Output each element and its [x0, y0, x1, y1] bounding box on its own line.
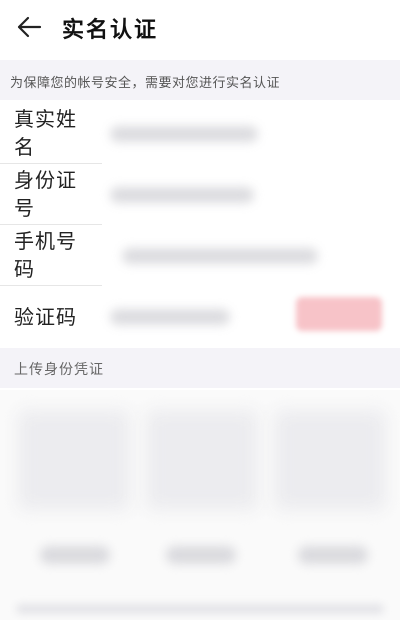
verification-code-value-obscured	[110, 309, 230, 325]
upload-card-handheld[interactable]	[274, 410, 386, 510]
row-divider	[0, 285, 102, 286]
id-number-row: 身份证号	[0, 165, 400, 225]
back-button[interactable]	[10, 9, 50, 45]
upload-section-header: 上传身份凭证	[0, 348, 400, 388]
phone-value-obscured	[122, 248, 318, 264]
id-number-input[interactable]	[106, 181, 376, 209]
phone-row: 手机号码	[0, 226, 400, 286]
upload-card-back[interactable]	[146, 410, 258, 510]
name-label: 真实姓名	[14, 107, 77, 159]
upload-area	[0, 390, 400, 620]
top-bar: 实名认证	[0, 0, 400, 58]
id-number-label: 身份证号	[14, 168, 77, 220]
upload-caption	[166, 546, 236, 564]
phone-label: 手机号码	[14, 229, 77, 281]
verification-code-input[interactable]	[106, 303, 276, 331]
upload-section-title: 上传身份凭证	[14, 362, 104, 378]
row-divider	[0, 224, 102, 225]
notice-text: 为保障您的帐号安全，需要对您进行实名认证	[10, 76, 281, 91]
identity-verification-screen: 实名认证 为保障您的帐号安全，需要对您进行实名认证 真实姓名 身份证号 手机号码…	[0, 0, 400, 620]
get-code-button[interactable]	[296, 297, 382, 331]
security-notice: 为保障您的帐号安全，需要对您进行实名认证	[0, 60, 400, 100]
name-input[interactable]	[106, 120, 376, 148]
page-title: 实名认证	[62, 18, 159, 43]
upload-caption	[40, 546, 110, 564]
phone-input[interactable]	[106, 242, 376, 270]
upload-caption	[298, 546, 368, 564]
id-number-value-obscured	[110, 187, 254, 203]
upload-card-front[interactable]	[18, 410, 130, 510]
name-row: 真实姓名	[0, 104, 400, 164]
row-divider	[0, 163, 102, 164]
verification-code-label: 验证码	[14, 305, 77, 329]
name-value-obscured	[110, 126, 258, 142]
submit-bar-obscured[interactable]	[16, 604, 384, 614]
